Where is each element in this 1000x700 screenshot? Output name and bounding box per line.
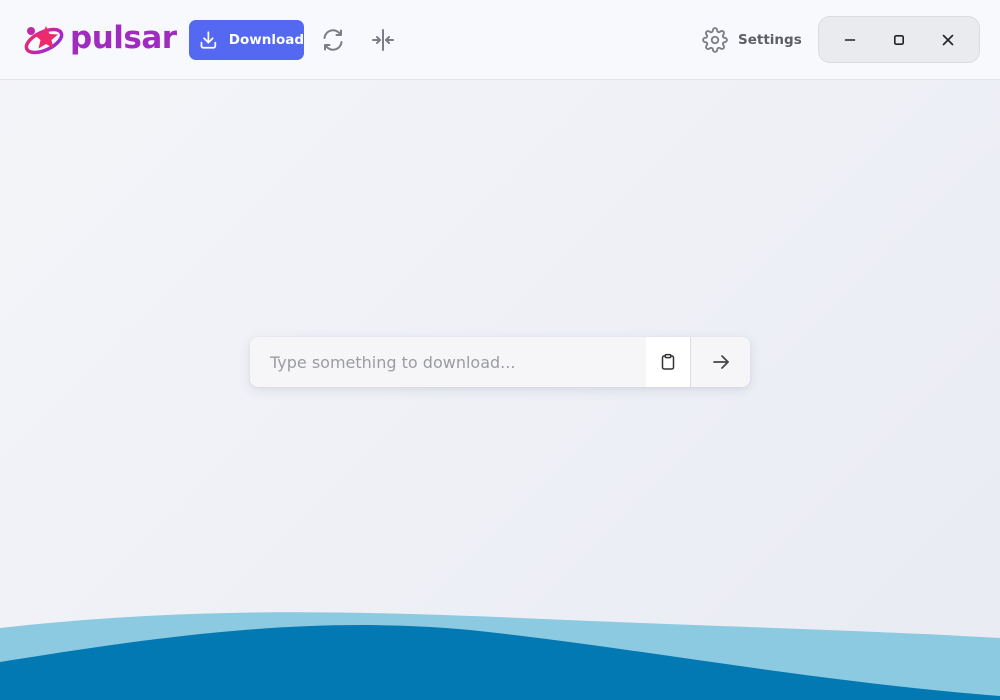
decorative-waves: [0, 612, 1000, 700]
download-icon: [200, 31, 217, 49]
minimize-icon: [844, 38, 855, 41]
submit-button[interactable]: [691, 337, 750, 387]
maximize-button[interactable]: [882, 23, 916, 57]
minimize-button[interactable]: [833, 23, 867, 57]
download-search-bar: [250, 337, 750, 387]
collapse-horizontal-icon: [372, 29, 394, 51]
collapse-button[interactable]: [367, 24, 399, 56]
close-icon: [943, 34, 954, 45]
paste-button[interactable]: [646, 337, 691, 387]
gear-icon: [702, 27, 728, 53]
clipboard-icon: [661, 353, 675, 370]
arrow-right-icon: [712, 355, 729, 369]
app-logo: pulsar: [22, 20, 177, 60]
search-input[interactable]: [250, 337, 646, 387]
maximize-icon: [893, 34, 904, 45]
download-button-label: Download: [228, 32, 304, 48]
window-controls: [818, 16, 980, 63]
app-name: pulsar: [70, 20, 177, 56]
title-bar: pulsar Download Settings: [0, 0, 1000, 80]
settings-button[interactable]: Settings: [702, 24, 802, 56]
sync-button[interactable]: [317, 24, 349, 56]
close-button[interactable]: [931, 23, 965, 57]
pulsar-logo-icon: [24, 26, 64, 55]
settings-label: Settings: [738, 32, 802, 48]
sync-icon: [323, 29, 343, 51]
download-button[interactable]: Download: [189, 20, 304, 60]
